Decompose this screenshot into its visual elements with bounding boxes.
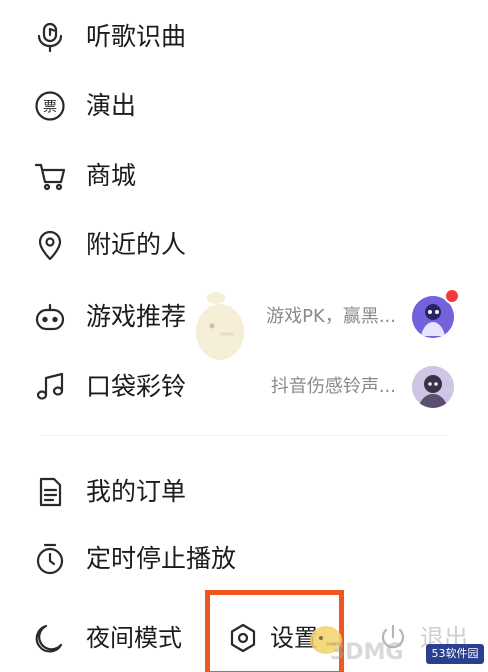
notification-badge (444, 288, 460, 304)
menu-item-sleep-timer[interactable]: 定时停止播放 (0, 532, 488, 588)
shopping-cart-icon (33, 159, 67, 193)
menu-item-game-recommend[interactable]: 游戏推荐 游戏PK，赢黑... (0, 288, 488, 344)
menu-item-label: 听歌识曲 (86, 22, 187, 51)
watermark-text: 3DMG (330, 640, 404, 665)
menu-item-mall[interactable]: 商城 (0, 150, 488, 206)
ringtone-promo-text: 抖音伤感铃声... (270, 376, 396, 397)
menu-divider (40, 435, 448, 436)
location-pin-icon (33, 228, 67, 262)
night-mode-label: 夜间模式 (86, 624, 182, 652)
menu-item-label: 商城 (86, 161, 137, 190)
music-note-icon (33, 370, 67, 404)
ticket-icon: 票 (33, 89, 67, 123)
game-promo-text: 游戏PK，赢黑... (266, 306, 396, 327)
menu-item-label: 附近的人 (86, 230, 187, 259)
ticket-icon-glyph: 票 (43, 100, 57, 116)
ringtone-thumbnail (412, 366, 454, 408)
moon-icon (33, 621, 67, 655)
menu-item-shows[interactable]: 票 演出 (0, 80, 488, 136)
menu-item-pocket-ringtone[interactable]: 口袋彩铃 抖音伤感铃声... (0, 358, 488, 414)
menu-item-nearby-people[interactable]: 附近的人 (0, 218, 488, 274)
menu-item-my-orders[interactable]: 我的订单 (0, 465, 488, 521)
menu-item-label: 我的订单 (86, 477, 187, 506)
menu-item-label: 演出 (86, 91, 137, 120)
site-watermark: 3DMG 53软件园 (300, 636, 488, 672)
order-document-icon (33, 475, 67, 509)
menu-item-song-recognition[interactable]: 听歌识曲 (0, 12, 488, 68)
night-mode-button[interactable]: 夜间模式 (0, 610, 200, 666)
timer-icon (33, 542, 67, 576)
game-controller-icon (33, 300, 67, 334)
watermark-badge: 53软件园 (426, 644, 484, 664)
microphone-note-icon (33, 20, 67, 54)
side-drawer-menu: 听歌识曲 票 演出 商城 附近的人 游戏推荐 游戏PK，赢黑... 口袋彩铃 抖… (0, 0, 488, 672)
menu-item-label: 定时停止播放 (86, 544, 237, 573)
menu-item-label: 口袋彩铃 (86, 372, 187, 401)
menu-item-label: 游戏推荐 (86, 302, 187, 331)
